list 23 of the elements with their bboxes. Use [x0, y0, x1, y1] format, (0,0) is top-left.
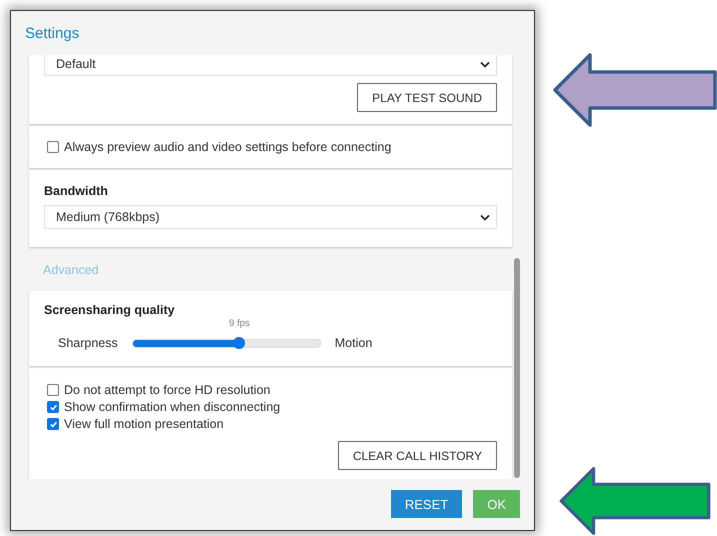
sharpness-label: Sharpness — [58, 336, 118, 350]
clear-call-history-button[interactable]: CLEAR CALL HISTORY — [338, 441, 497, 470]
fps-reading: 9 fps — [229, 318, 250, 328]
checkbox[interactable] — [47, 401, 59, 413]
scrollbar-thumb[interactable] — [514, 258, 520, 478]
chevron-icon — [480, 60, 490, 68]
screensharing-label: Screensharing quality — [44, 303, 176, 317]
checkbox[interactable] — [47, 141, 59, 153]
motion-label: Motion — [334, 336, 372, 350]
checkbox-label: Show confirmation when disconnecting — [64, 400, 280, 414]
checkbox[interactable] — [47, 384, 59, 396]
audio-select[interactable]: Default — [44, 55, 497, 76]
bandwidth-select[interactable]: Medium (768kbps) — [44, 205, 497, 229]
checkbox-label: View full motion presentation — [64, 417, 224, 431]
bandwidth-label: Bandwidth — [44, 184, 109, 198]
reset-button[interactable]: RESET — [390, 490, 462, 518]
chevron-icon — [480, 214, 490, 220]
window-title: Settings — [25, 25, 80, 44]
play-test-sound-button[interactable]: PLAY TEST SOUND — [357, 83, 497, 112]
checkbox-label: Do not attempt to force HD resolution — [64, 383, 270, 397]
checkbox-label: Always preview audio and video settings before connecting — [64, 140, 392, 154]
slider-thumb[interactable] — [233, 336, 246, 348]
checkbox[interactable] — [47, 418, 59, 430]
